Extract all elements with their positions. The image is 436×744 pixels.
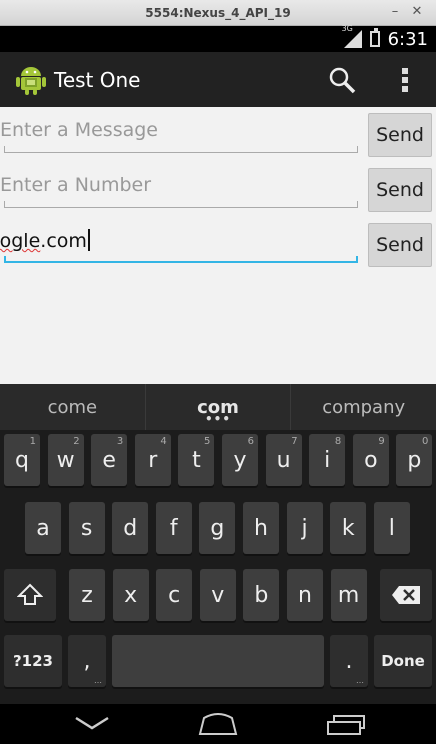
key-label: p xyxy=(407,447,422,473)
key-a[interactable]: a xyxy=(25,502,61,554)
search-icon[interactable] xyxy=(328,66,356,94)
shift-icon xyxy=(17,583,43,605)
key-j[interactable]: j xyxy=(286,502,323,554)
key-hint: 1 xyxy=(29,436,36,447)
home-icon[interactable] xyxy=(196,712,240,736)
emulator-title-bar: 5554:Nexus_4_API_19 – ✕ xyxy=(0,0,436,26)
main-content: Enter a Message Send Enter a Number Send… xyxy=(0,107,436,384)
key-n[interactable]: n xyxy=(287,569,323,621)
key-label: y xyxy=(233,447,247,473)
navigation-bar xyxy=(0,704,436,744)
key-label: e xyxy=(102,447,116,473)
action-bar: Test One xyxy=(0,52,436,107)
key-r[interactable]: r4 xyxy=(134,434,171,486)
key-v[interactable]: v xyxy=(199,569,236,621)
comma-label: , xyxy=(83,648,91,674)
status-bar: 3G 6:31 xyxy=(0,24,436,52)
suggestion-left[interactable]: come xyxy=(0,384,146,430)
key-label: i xyxy=(324,447,331,473)
key-label: w xyxy=(56,447,75,473)
back-icon[interactable] xyxy=(72,712,112,736)
message-input[interactable]: Enter a Message xyxy=(0,113,360,153)
space-key[interactable] xyxy=(112,635,324,687)
url-text-prefix: oogle xyxy=(0,230,41,252)
key-o[interactable]: o9 xyxy=(352,434,389,486)
key-l[interactable]: l xyxy=(373,502,410,554)
key-z[interactable]: z xyxy=(69,569,105,621)
symbols-key[interactable]: ?123 xyxy=(4,635,62,687)
backspace-key[interactable] xyxy=(380,569,432,621)
period-key[interactable]: .… xyxy=(330,635,368,687)
suggestion-strip: come com ••• company xyxy=(0,384,436,430)
key-hint: 9 xyxy=(378,436,385,447)
clock: 6:31 xyxy=(387,28,428,50)
key-k[interactable]: k xyxy=(330,502,367,554)
backspace-icon xyxy=(392,586,420,604)
key-q[interactable]: q1 xyxy=(4,434,40,486)
key-hint: 0 xyxy=(422,436,429,447)
key-hint: 3 xyxy=(116,436,124,447)
key-p[interactable]: p0 xyxy=(396,434,433,486)
network-type: 3G xyxy=(341,24,353,33)
number-row: Enter a Number Send xyxy=(0,164,436,214)
recent-apps-icon[interactable] xyxy=(326,712,366,736)
key-u[interactable]: u7 xyxy=(265,434,302,486)
key-t[interactable]: t5 xyxy=(178,434,215,486)
url-input[interactable]: oogle.com xyxy=(0,223,360,263)
done-key[interactable]: Done xyxy=(374,635,432,687)
send-url-button[interactable]: Send xyxy=(368,223,432,267)
minimize-button[interactable]: – xyxy=(386,3,404,21)
comma-key[interactable]: ,… xyxy=(68,635,106,687)
key-g[interactable]: g xyxy=(199,502,236,554)
battery-icon xyxy=(369,28,380,47)
overflow-menu-icon[interactable] xyxy=(402,68,408,92)
suggestion-center[interactable]: com ••• xyxy=(146,384,292,430)
key-f[interactable]: f xyxy=(155,502,192,554)
key-hint: 5 xyxy=(204,436,211,447)
android-icon xyxy=(16,66,46,95)
key-c[interactable]: c xyxy=(156,569,193,621)
key-y[interactable]: y6 xyxy=(222,434,258,486)
key-hint: 6 xyxy=(247,436,254,447)
close-button[interactable]: ✕ xyxy=(408,3,426,21)
soft-keyboard: come com ••• company ?123 ,… .… Done q1w2… xyxy=(0,384,436,704)
shift-key[interactable] xyxy=(4,569,56,621)
key-label: t xyxy=(192,447,201,473)
key-d[interactable]: d xyxy=(112,502,149,554)
url-text-suffix: .com xyxy=(40,230,87,252)
message-placeholder: Enter a Message xyxy=(0,119,158,141)
key-label: q xyxy=(15,447,29,473)
signal-icon: 3G xyxy=(342,24,362,48)
period-label: . xyxy=(345,648,353,674)
key-hint: 4 xyxy=(160,436,167,447)
app-title: Test One xyxy=(54,67,141,92)
key-hint: 2 xyxy=(73,436,80,447)
key-e[interactable]: e3 xyxy=(91,434,128,486)
number-placeholder: Enter a Number xyxy=(0,174,152,196)
key-hint: 8 xyxy=(334,436,342,447)
key-h[interactable]: h xyxy=(243,502,279,554)
key-s[interactable]: s xyxy=(68,502,105,554)
message-row: Enter a Message Send xyxy=(0,109,436,159)
key-b[interactable]: b xyxy=(243,569,280,621)
send-number-button[interactable]: Send xyxy=(368,168,432,212)
key-m[interactable]: m xyxy=(330,569,367,621)
text-cursor xyxy=(87,229,90,251)
suggestion-right[interactable]: company xyxy=(291,384,436,430)
emulator-title: 5554:Nexus_4_API_19 xyxy=(145,5,291,20)
key-label: u xyxy=(276,447,291,473)
number-input[interactable]: Enter a Number xyxy=(0,168,360,208)
key-hint: 7 xyxy=(291,436,298,447)
key-label: o xyxy=(364,447,378,473)
key-i[interactable]: i8 xyxy=(309,434,346,486)
key-label: r xyxy=(148,447,158,473)
key-w[interactable]: w2 xyxy=(47,434,84,486)
key-x[interactable]: x xyxy=(112,569,149,621)
send-message-button[interactable]: Send xyxy=(368,113,432,157)
url-row: oogle.com Send xyxy=(0,219,436,269)
